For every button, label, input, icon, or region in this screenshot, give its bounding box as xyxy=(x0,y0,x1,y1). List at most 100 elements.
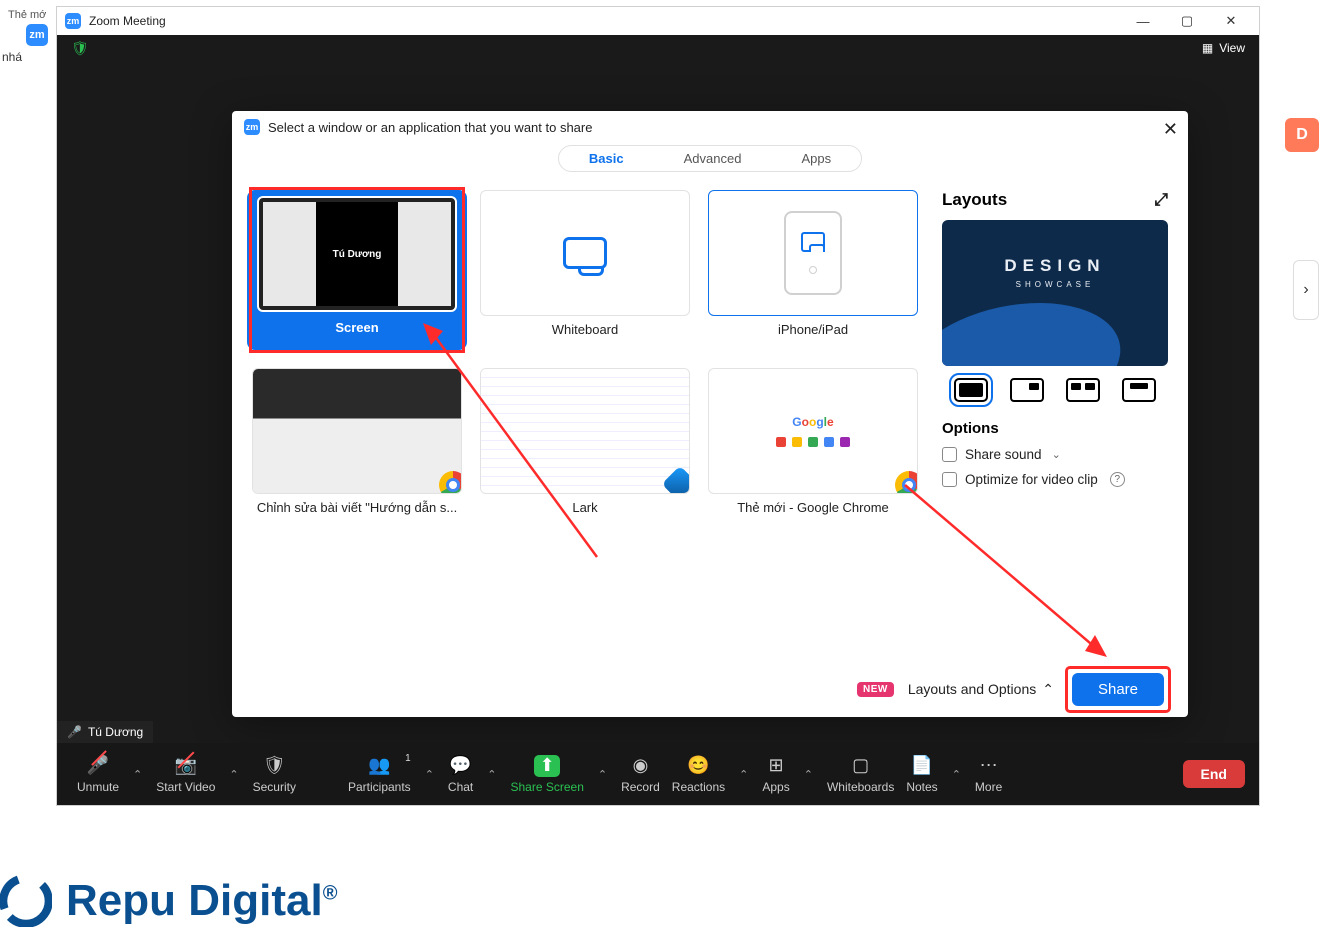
whiteboard-icon xyxy=(563,237,607,269)
encryption-shield-icon[interactable]: 🛡 xyxy=(71,40,89,57)
window-close-button[interactable]: ✕ xyxy=(1211,9,1251,33)
share-icon: ⬆ xyxy=(534,755,560,777)
tab-apps[interactable]: Apps xyxy=(771,146,861,171)
ipad-label: iPhone/iPad xyxy=(778,322,848,337)
share-source-screen[interactable]: Tú Dương Screen xyxy=(252,190,462,350)
share-source-whiteboard[interactable]: Whiteboard xyxy=(480,190,690,350)
record-icon: ◉ xyxy=(633,755,649,777)
zoom-window: zm Zoom Meeting — ▢ ✕ 🛡 ▦ View zm Select… xyxy=(56,6,1260,806)
reactions-menu-chevron[interactable]: ⌃ xyxy=(731,768,756,781)
screen-preview-user: Tú Dương xyxy=(316,202,399,306)
reactions-button[interactable]: 😊 Reactions xyxy=(666,755,731,794)
chat-button[interactable]: 💬 Chat xyxy=(442,755,479,794)
grid-icon: ▦ xyxy=(1202,41,1213,55)
reactions-icon: 😊 xyxy=(687,755,709,777)
dialog-close-button[interactable]: ✕ xyxy=(1163,119,1178,140)
share-source-window-1[interactable]: Chỉnh sửa bài viết "Hướng dẫn s... xyxy=(252,368,462,515)
more-icon: ⋯ xyxy=(980,755,998,777)
meeting-topbar: 🛡 ▦ View xyxy=(57,35,1259,61)
tab-advanced[interactable]: Advanced xyxy=(654,146,772,171)
share-source-window-3[interactable]: Google Thẻ mới - Google Chrome xyxy=(708,368,918,515)
mic-muted-icon: 🎤 xyxy=(67,725,82,739)
more-label: More xyxy=(975,780,1002,794)
shield-icon: 🛡 xyxy=(263,755,286,777)
start-video-button[interactable]: 📷 Start Video xyxy=(150,755,221,794)
google-newtab-preview: Google xyxy=(776,415,850,447)
participant-name: Tú Dương xyxy=(88,725,143,739)
repu-logo-icon xyxy=(0,875,52,927)
chat-icon: 💬 xyxy=(449,755,471,777)
record-label: Record xyxy=(621,780,660,794)
layout-option-2[interactable] xyxy=(1010,378,1044,402)
record-button[interactable]: ◉ Record xyxy=(615,755,666,794)
zoom-app-icon: zm xyxy=(65,13,81,29)
tab-basic[interactable]: Basic xyxy=(559,146,654,171)
dialog-app-icon: zm xyxy=(244,119,260,135)
mic-icon: 🎤 xyxy=(87,755,109,777)
window-minimize-button[interactable]: — xyxy=(1123,9,1163,33)
more-button[interactable]: ⋯ More xyxy=(969,755,1008,794)
window-2-label: Lark xyxy=(572,500,597,515)
apps-button[interactable]: ⊞ Apps xyxy=(756,755,795,794)
chevron-up-icon: ⌃ xyxy=(1042,681,1054,698)
layouts-heading: Layouts xyxy=(942,190,1007,210)
window-maximize-button[interactable]: ▢ xyxy=(1167,9,1207,33)
new-badge: NEW xyxy=(857,682,894,697)
share-menu-chevron[interactable]: ⌃ xyxy=(590,768,615,781)
share-sound-checkbox[interactable] xyxy=(942,447,957,462)
background-text: nhá xyxy=(2,50,22,64)
dialog-title: Select a window or an application that y… xyxy=(268,120,592,135)
screen-label: Screen xyxy=(335,320,378,335)
audio-menu-chevron[interactable]: ⌃ xyxy=(125,768,150,781)
chrome-forward-button[interactable]: › xyxy=(1293,260,1319,320)
participants-icon: 👥 xyxy=(368,755,390,777)
security-label: Security xyxy=(253,780,296,794)
profile-avatar[interactable]: D xyxy=(1285,118,1319,152)
apps-menu-chevron[interactable]: ⌃ xyxy=(796,768,821,781)
chat-menu-chevron[interactable]: ⌃ xyxy=(479,768,504,781)
share-screen-dialog: zm Select a window or an application tha… xyxy=(232,111,1188,717)
security-button[interactable]: 🛡 Security xyxy=(247,755,302,794)
participants-button[interactable]: 👥 1 Participants xyxy=(342,755,417,794)
notes-icon: 📄 xyxy=(911,755,933,777)
share-source-window-2[interactable]: Lark xyxy=(480,368,690,515)
layout-option-3[interactable] xyxy=(1066,378,1100,402)
optimize-video-label: Optimize for video clip xyxy=(965,472,1098,487)
airplay-icon xyxy=(801,232,825,252)
preview-title: DESIGN xyxy=(942,256,1168,276)
participants-menu-chevron[interactable]: ⌃ xyxy=(417,768,442,781)
video-menu-chevron[interactable]: ⌃ xyxy=(221,768,246,781)
end-meeting-button[interactable]: End xyxy=(1183,760,1245,788)
unmute-label: Unmute xyxy=(77,780,119,794)
layout-option-4[interactable] xyxy=(1122,378,1156,402)
chrome-icon xyxy=(439,471,462,494)
participants-label: Participants xyxy=(348,780,411,794)
share-source-ipad[interactable]: iPhone/iPad xyxy=(708,190,918,350)
apps-icon: ⊞ xyxy=(769,755,784,777)
share-screen-button[interactable]: ⬆ Share Screen xyxy=(504,755,589,794)
view-button[interactable]: ▦ View xyxy=(1202,41,1245,55)
notes-button[interactable]: 📄 Notes xyxy=(900,755,943,794)
unmute-button[interactable]: 🎤 Unmute xyxy=(71,755,125,794)
brand-text: Repu Digital xyxy=(66,876,323,925)
layouts-options-toggle[interactable]: Layouts and Options ⌃ xyxy=(908,681,1054,698)
window-3-label: Thẻ mới - Google Chrome xyxy=(737,500,889,515)
layout-option-1[interactable] xyxy=(954,378,988,402)
notes-menu-chevron[interactable]: ⌃ xyxy=(944,768,969,781)
apps-label: Apps xyxy=(762,780,789,794)
window-1-label: Chỉnh sửa bài viết "Hướng dẫn s... xyxy=(257,500,457,515)
layout-preview[interactable]: DESIGN SHOWCASE xyxy=(942,220,1168,366)
share-sound-dropdown[interactable]: ⌄ xyxy=(1052,448,1061,461)
share-button[interactable]: Share xyxy=(1072,673,1164,706)
layouts-options-label: Layouts and Options xyxy=(908,681,1036,697)
help-icon[interactable]: ? xyxy=(1110,472,1125,487)
whiteboards-label: Whiteboards xyxy=(827,780,894,794)
watermark-brand: Repu Digital® xyxy=(0,875,337,927)
chat-label: Chat xyxy=(448,780,473,794)
share-sound-label: Share sound xyxy=(965,447,1042,462)
whiteboards-button[interactable]: ▢ Whiteboards xyxy=(821,755,900,794)
optimize-video-checkbox[interactable] xyxy=(942,472,957,487)
expand-icon[interactable]: ⤢ xyxy=(1154,190,1168,210)
share-mode-tabs: Basic Advanced Apps xyxy=(558,145,862,172)
whiteboards-icon: ▢ xyxy=(852,755,869,777)
